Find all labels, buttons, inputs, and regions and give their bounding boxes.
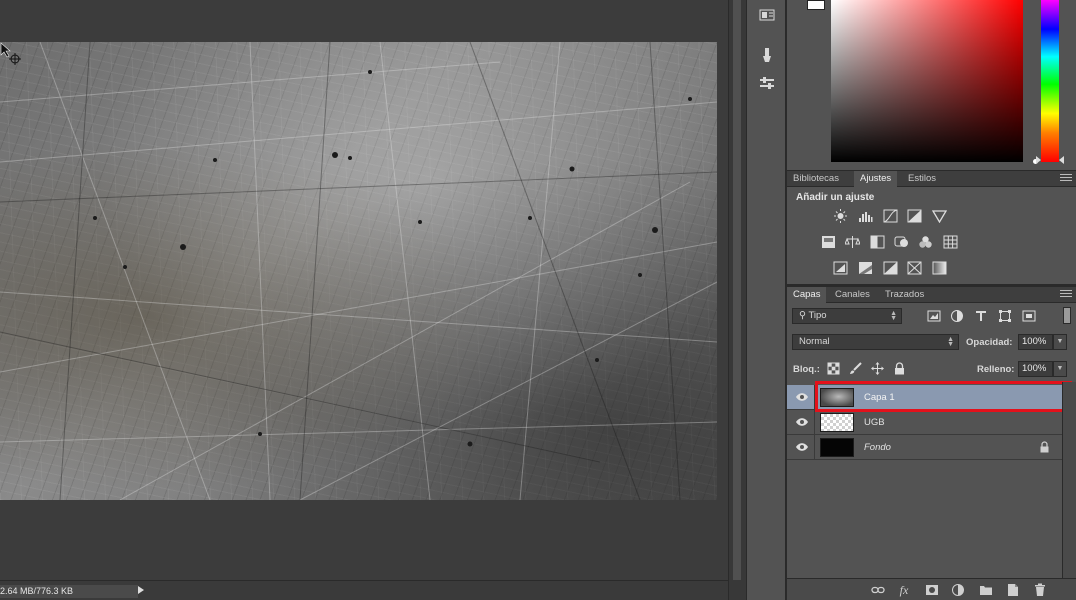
filter-pixel-layers-icon[interactable] [927, 309, 941, 323]
hue-slider[interactable] [1041, 0, 1059, 162]
layer-name[interactable]: UGB [864, 417, 885, 428]
layer-filter-kind-select[interactable]: ⚲ Tipo ▲ ▼ [792, 308, 902, 324]
layer-thumbnail[interactable] [820, 413, 854, 432]
status-bar: 2.64 MB/776.3 KB [0, 580, 728, 600]
fill-label: Relleno: [977, 364, 1015, 375]
layer-separator [814, 435, 815, 460]
tab-capas[interactable]: Capas [787, 287, 827, 303]
add-layer-mask-icon[interactable] [925, 583, 939, 597]
filter-adjustment-layers-icon[interactable] [950, 309, 964, 323]
fill-dropdown-arrow-icon[interactable]: ▼ [1053, 361, 1067, 377]
hue-saturation-icon[interactable] [821, 235, 836, 249]
workspace-vertical-scrollbar[interactable] [728, 0, 746, 600]
panel-menu-icon[interactable] [1060, 290, 1072, 300]
curves-icon[interactable] [883, 209, 898, 223]
adjustments-row-3 [787, 261, 1076, 277]
filter-type-layers-icon[interactable] [974, 309, 988, 323]
color-lookup-icon[interactable] [943, 235, 958, 249]
document-size-readout[interactable]: 2.64 MB/776.3 KB [0, 585, 138, 598]
status-menu-arrow-icon[interactable] [138, 586, 144, 594]
document-canvas-area[interactable] [0, 0, 728, 580]
blend-mode-select[interactable]: Normal ▲ ▼ [792, 334, 959, 350]
tab-trazados[interactable]: Trazados [879, 287, 930, 303]
filter-toggle-switch[interactable] [1063, 307, 1071, 324]
vibrance-icon[interactable] [932, 209, 947, 223]
opacity-label: Opacidad: [966, 337, 1013, 348]
adjustments-tabbar: Bibliotecas Ajustes Estilos [787, 170, 1076, 187]
color-picker-field[interactable] [831, 0, 1023, 162]
panel-icon-dock [746, 0, 786, 600]
invert-icon[interactable] [833, 261, 848, 275]
exposure-icon[interactable] [907, 209, 922, 223]
filter-kind-value: Tipo [808, 310, 827, 321]
select-arrows-icon: ▲ ▼ [947, 336, 954, 348]
channel-mixer-icon[interactable] [918, 235, 933, 249]
visibility-eye-icon[interactable] [795, 442, 809, 452]
lock-label: Bloq.: [793, 364, 820, 375]
adjustments-row-2 [787, 235, 1076, 251]
scratch-marks [0, 42, 717, 500]
add-layer-style-fx-button[interactable]: fx [897, 583, 911, 597]
adjustments-title: Añadir un ajuste [796, 192, 875, 203]
lock-transparent-pixels-icon[interactable] [827, 362, 840, 375]
adjustments-row-1 [787, 209, 1076, 225]
opacity-input[interactable]: 100% [1018, 334, 1053, 350]
new-layer-icon[interactable] [1006, 583, 1020, 597]
lock-all-icon[interactable] [893, 362, 906, 375]
move-cursor-icon [0, 42, 21, 65]
properties-icon[interactable] [755, 4, 779, 26]
right-panels: Bibliotecas Ajustes Estilos Añadir un aj… [787, 0, 1076, 600]
color-balance-icon[interactable] [845, 235, 860, 249]
opacity-dropdown-arrow-icon[interactable]: ▼ [1053, 334, 1067, 350]
layers-footer-toolbar: fx [787, 578, 1076, 600]
selected-layer-highlight-box [815, 381, 1072, 412]
new-group-folder-icon[interactable] [979, 583, 993, 597]
fill-input[interactable]: 100% [1018, 361, 1053, 377]
lock-position-move-icon[interactable] [871, 362, 884, 375]
new-adjustment-layer-icon[interactable] [951, 583, 965, 597]
scratched-metal-texture-image[interactable] [0, 42, 717, 500]
layers-scrollbar[interactable] [1062, 382, 1076, 580]
filter-smart-objects-icon[interactable] [1022, 309, 1036, 323]
black-white-icon[interactable] [870, 235, 885, 249]
foreground-color-swatch[interactable] [807, 0, 825, 10]
visibility-eye-icon[interactable] [795, 417, 809, 427]
brightness-contrast-icon[interactable] [833, 209, 848, 223]
layer-name[interactable]: Fondo [864, 442, 891, 453]
filter-shape-layers-icon[interactable] [998, 309, 1012, 323]
tab-bibliotecas[interactable]: Bibliotecas [787, 171, 845, 187]
threshold-icon[interactable] [883, 261, 898, 275]
panel-menu-icon[interactable] [1060, 174, 1072, 184]
lock-image-pixels-brush-icon[interactable] [849, 362, 862, 375]
link-layers-icon[interactable] [871, 583, 885, 597]
layer-separator [814, 410, 815, 435]
delete-layer-trash-icon[interactable] [1033, 583, 1047, 597]
adjust-sliders-icon[interactable] [755, 72, 779, 94]
layers-tabbar: Capas Canales Trazados [787, 286, 1076, 303]
visibility-eye-icon[interactable] [795, 392, 809, 402]
brush-presets-icon[interactable] [755, 44, 779, 66]
layer-thumbnail[interactable] [820, 438, 854, 457]
tab-estilos[interactable]: Estilos [902, 171, 942, 187]
posterize-icon[interactable] [858, 261, 873, 275]
photo-filter-icon[interactable] [894, 235, 909, 249]
hue-marker-right-icon[interactable] [1059, 156, 1064, 164]
layer-row-fondo[interactable]: Fondo [787, 435, 1062, 460]
selective-color-icon[interactable] [907, 261, 922, 275]
scrollbar-track[interactable] [733, 0, 741, 580]
color-panel [787, 0, 1076, 168]
tab-canales[interactable]: Canales [829, 287, 876, 303]
gradient-map-icon[interactable] [932, 261, 947, 275]
select-arrows-icon: ▲ ▼ [890, 310, 897, 322]
levels-icon[interactable] [858, 209, 873, 223]
layer-lock-icon [1040, 441, 1049, 453]
tab-ajustes[interactable]: Ajustes [854, 171, 898, 187]
blend-mode-value: Normal [799, 336, 830, 347]
layer-row-ugb[interactable]: UGB [787, 410, 1062, 435]
